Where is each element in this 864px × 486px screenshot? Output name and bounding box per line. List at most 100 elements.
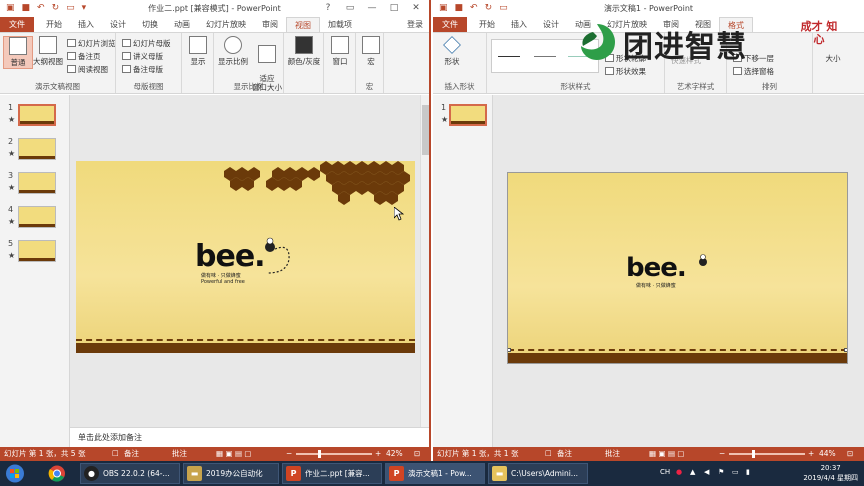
taskbar-item-explorer[interactable]: ▬ C:\Users\Admini... <box>488 463 588 484</box>
right-powerpoint-window: ▣ ■ ↶ ↻ ▭ 演示文稿1 - PowerPoint 文件 开始 插入 设计… <box>433 0 864 461</box>
help-icon[interactable]: ? <box>317 0 339 17</box>
group-color: 颜色/灰度 <box>284 33 324 93</box>
slide-thumbnail-4[interactable] <box>18 206 56 228</box>
taskbar-item-course[interactable]: ▬ 2019办公自动化 <box>183 463 279 484</box>
tab-home[interactable]: 开始 <box>471 17 503 32</box>
zoom-slider[interactable] <box>296 453 372 455</box>
shapes-button[interactable]: 形状 <box>437 36 467 67</box>
tab-design[interactable]: 设计 <box>535 17 567 32</box>
notes-master-button[interactable]: 备注母版 <box>122 64 163 75</box>
animation-star-icon: ★ <box>8 149 16 158</box>
current-slide[interactable]: bee. 做有味 · 只做蜂蜜 Powerful and free <box>76 161 415 353</box>
tab-review[interactable]: 审阅 <box>254 17 286 32</box>
notes-button[interactable]: 备注 <box>557 447 572 461</box>
view-buttons[interactable]: ▦ ▣ ▤ ▢ <box>649 447 685 461</box>
notes-page-icon <box>67 52 76 60</box>
taskbar-item-ppt-presentation[interactable]: P 演示文稿1 - Pow... <box>385 463 485 484</box>
tab-file[interactable]: 文件 <box>0 17 34 32</box>
obs-icon: ● <box>84 466 99 481</box>
normal-view-icon <box>9 37 27 55</box>
color-grayscale-button[interactable]: 颜色/灰度 <box>286 36 322 67</box>
slide-thumbnail-5[interactable] <box>18 240 56 262</box>
taskbar-item-ppt-assignment[interactable]: P 作业二.ppt [兼容... <box>282 463 382 484</box>
tab-slideshow[interactable]: 幻灯片放映 <box>198 17 254 32</box>
maximize-icon[interactable]: □ <box>383 0 405 17</box>
network-icon[interactable]: ▲ <box>690 468 695 476</box>
zoom-level[interactable]: 42% <box>386 447 403 461</box>
scrollbar-thumb[interactable] <box>422 105 429 155</box>
slide-master-button[interactable]: 幻灯片母版 <box>122 38 171 49</box>
system-clock[interactable]: 20:37 2019/4/4 星期四 <box>803 463 858 483</box>
language-icon[interactable]: ☐ <box>112 447 119 461</box>
mouse-cursor-icon <box>394 207 404 221</box>
taskbar-item-obs[interactable]: ● OBS 22.0.2 (64-... <box>80 463 180 484</box>
tab-addins[interactable]: 加载项 <box>320 17 360 32</box>
start-button-icon[interactable] <box>2 463 28 484</box>
footer-bar <box>508 353 847 363</box>
slide-thumbnail-3[interactable] <box>18 172 56 194</box>
selection-handle[interactable] <box>508 348 511 352</box>
window-button[interactable]: 窗口 <box>325 36 355 67</box>
tab-design[interactable]: 设计 <box>102 17 134 32</box>
chrome-icon[interactable] <box>44 463 70 484</box>
group-master-views: 幻灯片母版 讲义母版 备注母版 母版视图 <box>116 33 182 93</box>
selection-handle[interactable] <box>844 348 847 352</box>
fit-slide-icon[interactable]: ⊡ <box>414 447 420 461</box>
magnifier-icon <box>224 36 242 54</box>
title-bar: ▣ ■ ↶ ↻ ▭ ▾ 作业二.ppt [兼容模式] - PowerPoint … <box>0 0 429 17</box>
zoom-out-icon[interactable]: − <box>286 447 292 461</box>
fit-slide-icon[interactable]: ⊡ <box>847 447 853 461</box>
tab-animations[interactable]: 动画 <box>166 17 198 32</box>
comments-button[interactable]: 批注 <box>605 447 620 461</box>
slide-sorter-button[interactable]: 幻灯片浏览 <box>67 38 116 49</box>
zoom-in-icon[interactable]: + <box>375 447 381 461</box>
outline-view-button[interactable]: 大纲视图 <box>32 36 64 67</box>
shape-effect-button[interactable]: 形状效果 <box>605 66 646 77</box>
tab-insert[interactable]: 插入 <box>503 17 535 32</box>
notes-button[interactable]: 备注 <box>124 447 139 461</box>
macro-button[interactable]: 宏 <box>356 36 386 67</box>
reading-view-button[interactable]: 阅读视图 <box>67 64 108 75</box>
slide-thumbnail-1[interactable] <box>18 104 56 126</box>
view-buttons[interactable]: ▦ ▣ ▤ ▢ <box>216 447 252 461</box>
zoom-slider[interactable] <box>729 453 805 455</box>
zoom-in-icon[interactable]: + <box>808 447 814 461</box>
slide-thumbnail-1[interactable] <box>449 104 487 126</box>
tab-transitions[interactable]: 切换 <box>134 17 166 32</box>
comments-button[interactable]: 批注 <box>172 447 187 461</box>
style-swatch[interactable] <box>498 56 520 57</box>
notes-pane[interactable]: 单击此处添加备注 <box>70 427 429 447</box>
tab-view[interactable]: 视图 <box>286 17 320 32</box>
tab-insert[interactable]: 插入 <box>70 17 102 32</box>
window-controls: ? ▭ — □ ✕ <box>317 0 427 17</box>
slide-number: 3 <box>8 171 14 180</box>
zoom-slider-knob[interactable] <box>318 450 321 458</box>
tab-home[interactable]: 开始 <box>38 17 70 32</box>
flag-icon[interactable]: ⚑ <box>718 468 724 476</box>
normal-view-button[interactable]: 普通 <box>3 36 33 69</box>
keyboard-icon[interactable]: ▭ <box>732 468 739 476</box>
show-button[interactable]: 显示 <box>183 36 213 67</box>
style-swatch[interactable] <box>534 56 556 57</box>
tab-file[interactable]: 文件 <box>433 17 467 32</box>
battery-icon[interactable]: ▮ <box>746 468 750 476</box>
selection-pane-button[interactable]: 选择窗格 <box>733 66 774 77</box>
ime-indicator[interactable]: CH <box>660 468 670 476</box>
zoom-out-icon[interactable]: − <box>719 447 725 461</box>
ribbon-options-icon[interactable]: ▭ <box>339 0 361 17</box>
group-label: 排列 <box>762 82 777 91</box>
volume-icon[interactable]: ◀ <box>704 468 709 476</box>
login-link[interactable]: 登录 <box>407 17 423 32</box>
antivirus-icon[interactable]: ● <box>676 468 682 476</box>
notes-page-button[interactable]: 备注页 <box>67 51 101 62</box>
close-icon[interactable]: ✕ <box>405 0 427 17</box>
zoom-level[interactable]: 44% <box>819 447 836 461</box>
zoom-slider-knob[interactable] <box>752 450 755 458</box>
handout-master-button[interactable]: 讲义母版 <box>122 51 163 62</box>
slide-thumbnail-2[interactable] <box>18 138 56 160</box>
vertical-scrollbar[interactable] <box>420 95 429 427</box>
current-slide[interactable]: bee. 做有味 · 只做蜂蜜 <box>507 172 848 364</box>
minimize-icon[interactable]: — <box>361 0 383 17</box>
language-icon[interactable]: ☐ <box>545 447 552 461</box>
zoom-button[interactable]: 显示比例 <box>216 36 250 67</box>
